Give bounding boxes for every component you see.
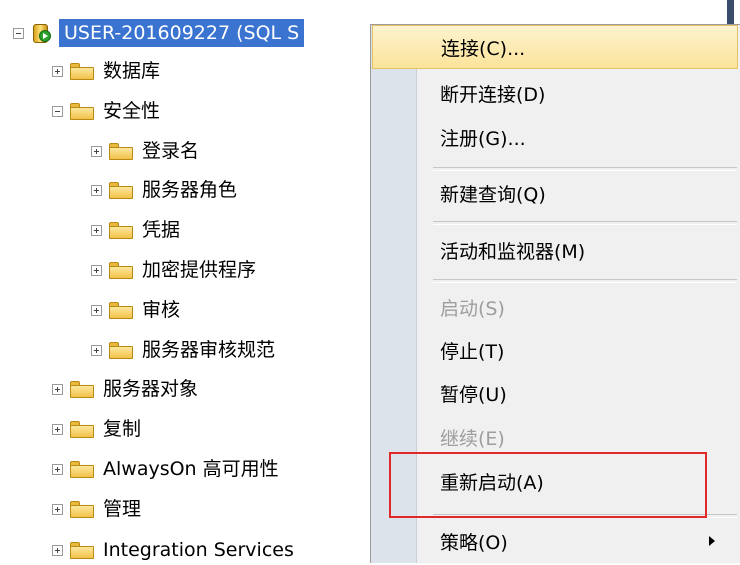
collapse-icon[interactable]: [52, 105, 63, 117]
server-running-icon: [31, 22, 51, 45]
tree-node-credentials[interactable]: 凭据: [91, 215, 180, 245]
menu-item-connect[interactable]: 连接(C)...: [372, 25, 738, 69]
tree-node-server-roles[interactable]: 服务器角色: [91, 175, 237, 205]
expand-icon[interactable]: [91, 264, 102, 276]
window-edge-strip: [727, 0, 734, 24]
tree-node-label: 服务器对象: [103, 378, 199, 400]
server-label[interactable]: USER-201609227 (SQL S: [59, 19, 305, 47]
collapse-icon[interactable]: [13, 27, 24, 39]
tree-node-label: 加密提供程序: [142, 259, 257, 281]
tree-node-label: 数据库: [103, 60, 161, 82]
folder-icon: [70, 460, 94, 478]
expand-icon[interactable]: [52, 383, 63, 395]
expand-icon[interactable]: [91, 224, 102, 236]
tree-node-replication[interactable]: 复制: [52, 414, 141, 444]
menu-item-new-query[interactable]: 新建查询(Q): [371, 171, 740, 215]
tree-node-crypto-providers[interactable]: 加密提供程序: [91, 255, 256, 285]
folder-icon: [70, 102, 94, 120]
menu-item-pause[interactable]: 暂停(U): [371, 371, 740, 415]
menu-item-activity-monitor[interactable]: 活动和监视器(M): [371, 228, 740, 272]
menu-separator: [433, 279, 737, 283]
menu-item-label: 连接(C)...: [441, 37, 526, 60]
tree-node-server[interactable]: USER-201609227 (SQL S: [13, 18, 305, 48]
tree-node-label: 管理: [103, 498, 142, 520]
tree-node-label: Integration Services: [103, 539, 294, 561]
expand-icon[interactable]: [91, 344, 102, 356]
folder-icon: [109, 181, 133, 199]
annotation-highlight-box: [389, 452, 707, 518]
tree-node-label: 复制: [103, 418, 142, 440]
expand-icon[interactable]: [91, 304, 102, 316]
menu-item-label: 继续(E): [440, 427, 505, 450]
folder-icon: [109, 341, 133, 359]
menu-item-label: 策略(O): [440, 531, 508, 554]
tree-node-label: 登录名: [142, 140, 200, 162]
menu-item-label: 注册(G)...: [440, 127, 526, 150]
tree-node-security[interactable]: 安全性: [52, 96, 160, 126]
folder-icon: [109, 301, 133, 319]
tree-node-alwayson[interactable]: AlwaysOn 高可用性: [52, 454, 279, 484]
tree-node-label: AlwaysOn 高可用性: [103, 458, 279, 480]
expand-icon[interactable]: [52, 65, 63, 77]
folder-icon: [70, 380, 94, 398]
tree-node-label: 凭据: [142, 219, 181, 241]
expand-icon[interactable]: [52, 423, 63, 435]
folder-icon: [109, 261, 133, 279]
expand-icon[interactable]: [91, 184, 102, 196]
menu-item-stop[interactable]: 停止(T): [371, 328, 740, 372]
tree-node-label: 安全性: [103, 100, 161, 122]
menu-item-label: 断开连接(D): [440, 83, 546, 106]
folder-icon: [70, 420, 94, 438]
tree-node-management[interactable]: 管理: [52, 494, 141, 524]
folder-icon: [109, 142, 133, 160]
submenu-arrow-icon: [709, 536, 715, 546]
menu-item-label: 启动(S): [440, 297, 505, 320]
tree-node-label: 审核: [142, 299, 181, 321]
menu-item-start[interactable]: 启动(S): [371, 285, 740, 329]
tree-node-audit-specs[interactable]: 服务器审核规范: [91, 335, 275, 365]
tree-node-label: 服务器角色: [142, 179, 238, 201]
tree-node-label: 服务器审核规范: [142, 339, 276, 361]
tree-node-logins[interactable]: 登录名: [91, 136, 199, 166]
tree-node-databases[interactable]: 数据库: [52, 56, 160, 86]
tree-node-integration-services[interactable]: Integration Services: [52, 535, 294, 565]
menu-item-label: 活动和监视器(M): [440, 240, 586, 263]
menu-item-label: 新建查询(Q): [440, 183, 546, 206]
expand-icon[interactable]: [52, 463, 63, 475]
menu-item-disconnect[interactable]: 断开连接(D): [371, 71, 740, 115]
expand-icon[interactable]: [52, 544, 63, 556]
folder-icon: [70, 541, 94, 559]
tree-node-audits[interactable]: 审核: [91, 295, 180, 325]
expand-icon[interactable]: [52, 503, 63, 515]
folder-icon: [70, 500, 94, 518]
tree-node-server-objects[interactable]: 服务器对象: [52, 374, 198, 404]
menu-item-policies[interactable]: 策略(O): [371, 519, 740, 563]
menu-separator: [433, 221, 737, 225]
menu-item-register[interactable]: 注册(G)...: [371, 115, 740, 159]
expand-icon[interactable]: [91, 145, 102, 157]
menu-item-label: 停止(T): [440, 340, 505, 363]
menu-item-label: 暂停(U): [440, 383, 507, 406]
folder-icon: [109, 221, 133, 239]
folder-icon: [70, 62, 94, 80]
